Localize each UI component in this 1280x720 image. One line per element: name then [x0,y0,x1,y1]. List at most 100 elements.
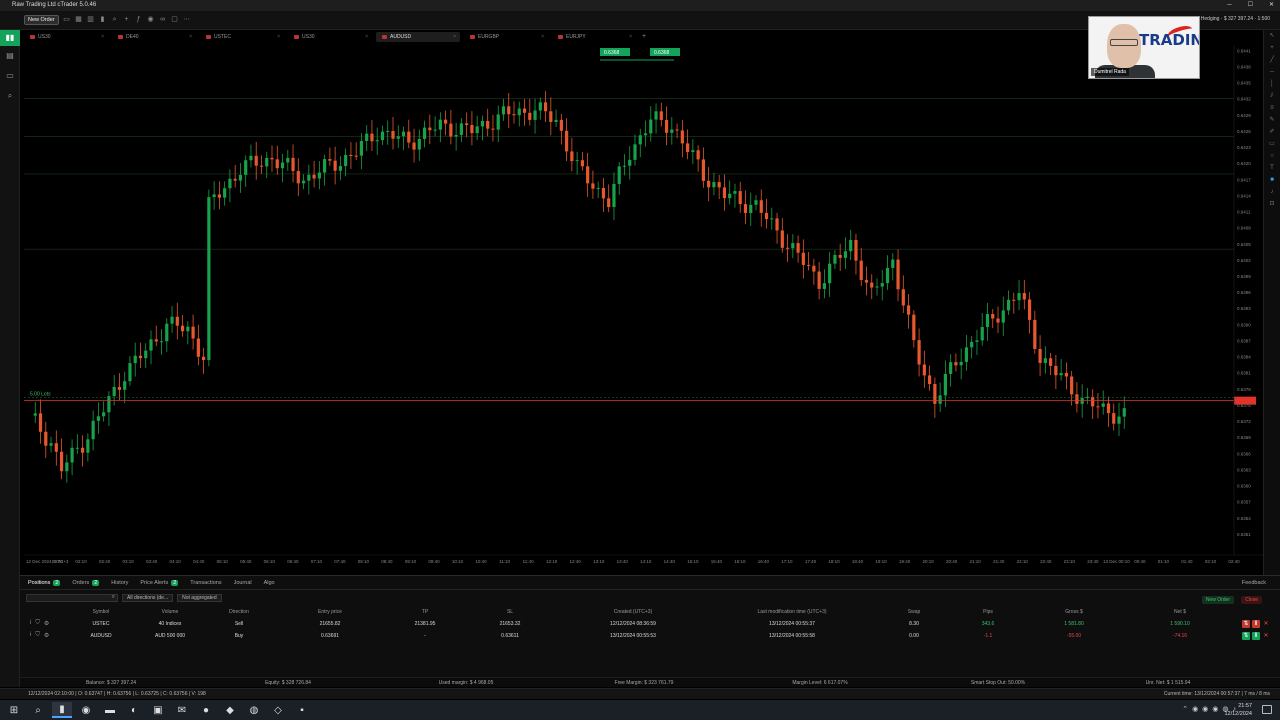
link-icon[interactable]: ∞ [159,16,167,24]
crosshair-icon[interactable]: + [123,16,131,24]
close-tab-icon[interactable]: × [365,34,368,40]
zoom-icon[interactable]: ⌕ [111,16,119,24]
col-entry[interactable]: Entry price [318,609,342,615]
candles-icon[interactable]: ▮ [99,16,107,24]
shield-icon[interactable]: ⛉ [35,632,40,639]
close-tab-icon[interactable]: × [189,34,192,40]
text-icon[interactable]: T [1264,162,1280,174]
chart-tab-active[interactable]: AUDUSD × [376,32,460,42]
chat-icon[interactable]: ◍ [244,702,264,718]
folder-icon[interactable]: ▬ [100,702,120,718]
shield-icon[interactable]: ⛉ [35,620,40,627]
chrome-icon[interactable]: ◉ [76,702,96,718]
close-tab-icon[interactable]: × [277,34,280,40]
col-pips[interactable]: Pips [983,609,993,615]
vline-icon[interactable]: │ [1264,78,1280,90]
search-input[interactable]: ⌕ [26,593,118,602]
reverse-icon[interactable]: ⇅ [1242,620,1250,628]
tab-algo[interactable]: Algo [264,580,275,586]
channel-icon[interactable]: ⫽ [1264,90,1280,102]
settings-icon[interactable]: ⚙ [44,632,49,639]
ellipse-icon[interactable]: ○ [1264,150,1280,162]
ctrader-app-icon[interactable]: ▮ [52,702,72,718]
chart-tab[interactable]: EURGBP × [464,32,548,42]
price-chart[interactable]: 5.00 Lots 0.6368 0.6368 0.6441 0.6438 0.6435 0… [24,45,1263,567]
line-icon[interactable]: ╱ [1264,54,1280,66]
chart-tab[interactable]: EURJPY × [552,32,636,42]
position-row[interactable]: i ⛉ ⚙ AUDUSD AUD 500 000 Buy 0.63691 - 0.6… [20,631,1280,642]
grid-icon[interactable]: ▦ [75,16,83,24]
recorder-icon[interactable]: ● [196,702,216,718]
close-icon[interactable]: ✕ [1269,0,1274,11]
cursor-icon[interactable]: ↖ [1264,30,1280,42]
alert-icon[interactable]: ♪ [1264,186,1280,198]
mail-icon[interactable]: ✉ [172,702,192,718]
close-positions-button[interactable]: Close [1241,596,1262,604]
close-tab-icon[interactable]: × [629,34,632,40]
search-icon[interactable]: ⌕ [28,702,48,718]
fib-icon[interactable]: ≡ [1264,102,1280,114]
chart-tab[interactable]: US30 × [24,32,108,42]
app-icon[interactable]: ◆ [220,702,240,718]
cell-sl[interactable]: 21653.32 [500,621,521,627]
tab-transactions[interactable]: Transactions [190,580,221,586]
feedback-link[interactable]: Feedback [1242,580,1266,586]
panel-new-order-button[interactable]: New Order [1201,596,1234,604]
maximize-icon[interactable]: ☐ [1248,0,1253,11]
new-order-button[interactable]: New Order [24,15,59,25]
rect-icon[interactable]: ▭ [1264,138,1280,150]
col-symbol[interactable]: Symbol [93,609,110,615]
lock-icon[interactable]: ⊡ [1264,198,1280,210]
notification-icon[interactable] [1262,705,1272,714]
tab-positions[interactable]: Positions 2 [28,579,61,586]
tab-price-alerts[interactable]: Price Alerts 2 [140,579,179,586]
close-tab-icon[interactable]: × [541,34,544,40]
copy-icon[interactable]: ▤ [0,46,20,66]
info-icon[interactable]: i [30,632,31,639]
cell-sl[interactable]: 0.63611 [501,633,519,639]
reverse-icon[interactable]: ⇅ [1242,632,1250,640]
more-icon[interactable]: ⋯ [183,16,191,24]
settings-icon[interactable]: ◇ [268,702,288,718]
layout-icon[interactable]: ▭ [63,16,71,24]
col-net[interactable]: Net $ [1174,609,1186,615]
crosshair-icon[interactable]: + [1264,42,1280,54]
tab-history[interactable]: History [111,580,128,586]
minimize-icon[interactable]: ─ [1227,0,1231,11]
cell-tp[interactable]: - [424,633,426,639]
close-tab-icon[interactable]: × [101,34,104,40]
pencil-icon[interactable]: ✎ [1264,114,1280,126]
col-swap[interactable]: Swap [908,609,921,615]
zoom-icon[interactable]: ▪ [292,702,312,718]
search-icon[interactable]: ⌕ [0,86,20,106]
chart-tab[interactable]: DE40 × [112,32,196,42]
cell-tp[interactable]: 21381.95 [415,621,436,627]
aggregation-filter[interactable]: Not aggregated [177,593,222,602]
col-created[interactable]: Created (UTC+3) [614,609,652,615]
color-icon[interactable]: ■ [1264,174,1280,186]
camera-icon[interactable]: ▣ [148,702,168,718]
col-volume[interactable]: Volume [162,609,179,615]
info-icon[interactable]: i [30,620,31,627]
double-icon[interactable]: Ⅱ [1252,632,1260,640]
close-position-icon[interactable]: ✕ [1262,632,1270,640]
settings-icon[interactable]: ⚙ [44,620,49,627]
col-modified[interactable]: Last modification time (UTC+3) [757,609,826,615]
hline-icon[interactable]: ─ [1264,66,1280,78]
close-position-icon[interactable]: ✕ [1262,620,1270,628]
chart-tab[interactable]: USTEC × [200,32,284,42]
direction-filter[interactable]: All directions (de... [122,593,174,602]
close-tab-icon[interactable]: × [453,34,456,40]
snapshot-icon[interactable]: ▢ [171,16,179,24]
col-direction[interactable]: Direction [229,609,249,615]
trade-icon[interactable]: ▮▮ [0,30,20,46]
col-gross[interactable]: Gross $ [1065,609,1083,615]
chart-type-icon[interactable]: ▥ [87,16,95,24]
eye-icon[interactable]: ◉ [147,16,155,24]
indicator-icon[interactable]: ƒ [135,16,143,24]
account-info[interactable]: Hedging · $ 327 397.24 · 1:500 [1201,16,1270,22]
double-icon[interactable]: Ⅱ [1252,620,1260,628]
col-tp[interactable]: TP [422,609,428,615]
add-tab-icon[interactable]: + [640,33,648,41]
edge-icon[interactable]: ◐ [124,702,144,718]
